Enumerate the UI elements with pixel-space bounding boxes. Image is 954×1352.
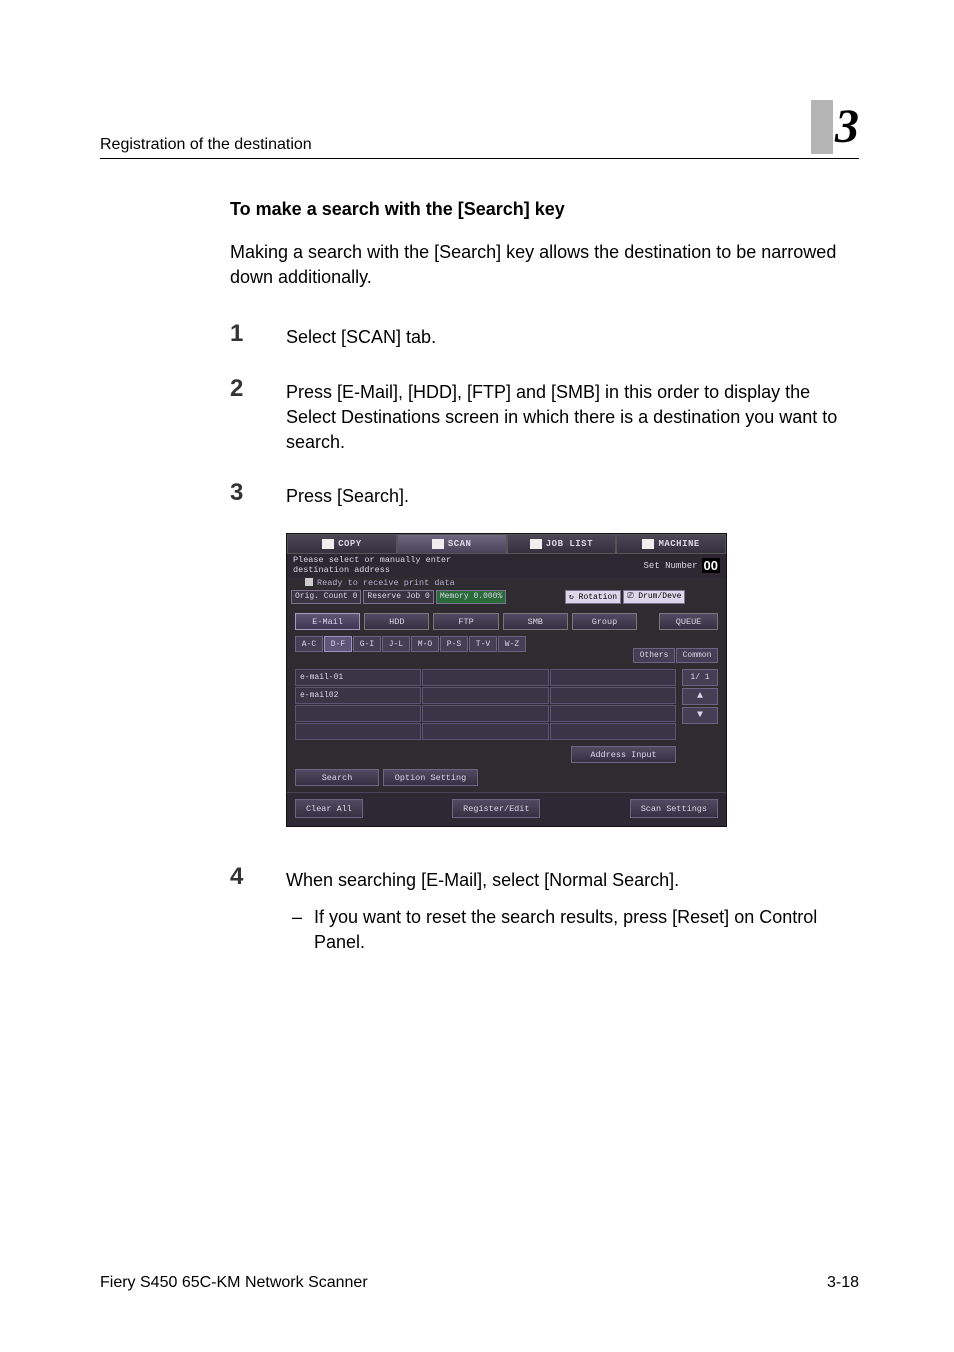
bullet-dash: – — [286, 905, 314, 955]
tab-scan[interactable]: SCAN — [397, 534, 507, 554]
device-screenshot: COPY SCAN JOB LIST MACHINE Please select… — [286, 533, 727, 827]
option-setting-button[interactable]: Option Setting — [383, 769, 478, 786]
status-reserve-job: Reserve Job 0 — [363, 590, 433, 604]
chapter-number: 3 — [835, 103, 859, 151]
alpha-filter[interactable]: G-I — [353, 636, 381, 652]
status-rotation: ↻ Rotation — [565, 590, 621, 604]
footer-page-number: 3-18 — [827, 1274, 859, 1292]
alpha-filter[interactable]: A-C — [295, 636, 323, 652]
step-number: 4 — [230, 863, 286, 956]
others-button[interactable]: Others — [633, 648, 675, 663]
tab-machine[interactable]: MACHINE — [616, 534, 726, 554]
tab-copy[interactable]: COPY — [287, 534, 397, 554]
step-text: Press [Search]. — [286, 479, 409, 509]
copy-icon — [322, 539, 334, 549]
alpha-filter[interactable]: M-O — [411, 636, 439, 652]
dest-tab-smb[interactable]: SMB — [503, 613, 568, 630]
dest-tab-ftp[interactable]: FTP — [433, 613, 498, 630]
set-number-value: 00 — [702, 558, 720, 573]
dest-tab-group[interactable]: Group — [572, 613, 637, 630]
destination-cell[interactable] — [550, 669, 676, 686]
destination-cell[interactable] — [550, 705, 676, 722]
page-down-button[interactable]: ▼ — [682, 707, 718, 724]
alpha-filter[interactable]: D-F — [324, 636, 352, 652]
scan-icon — [432, 539, 444, 549]
status-orig-count: Orig. Count 0 — [291, 590, 361, 604]
common-button[interactable]: Common — [676, 648, 718, 663]
queue-button[interactable]: QUEUE — [659, 613, 718, 630]
joblist-icon — [530, 539, 542, 549]
instruction-message: Please select or manually enter destinat… — [293, 556, 644, 575]
alpha-filter[interactable]: P-S — [440, 636, 468, 652]
destination-cell[interactable] — [550, 723, 676, 740]
destination-cell[interactable] — [422, 705, 548, 722]
destination-cell[interactable]: e-mail02 — [295, 687, 421, 704]
header-section-title: Registration of the destination — [100, 136, 312, 154]
step-text: Select [SCAN] tab. — [286, 320, 436, 350]
alpha-filter[interactable]: W-Z — [498, 636, 526, 652]
step-number: 1 — [230, 320, 286, 350]
tab-joblist[interactable]: JOB LIST — [507, 534, 617, 554]
machine-icon — [642, 539, 654, 549]
step-number: 2 — [230, 375, 286, 456]
section-heading: To make a search with the [Search] key — [230, 199, 859, 220]
dest-tab-hdd[interactable]: HDD — [364, 613, 429, 630]
set-number-label: Set Number — [644, 561, 698, 571]
destination-cell[interactable] — [295, 723, 421, 740]
register-edit-button[interactable]: Register/Edit — [452, 799, 540, 818]
chapter-indicator: 3 — [811, 100, 859, 154]
destination-cell[interactable]: e-mail-01 — [295, 669, 421, 686]
address-input-button[interactable]: Address Input — [571, 746, 676, 763]
search-button[interactable]: Search — [295, 769, 379, 786]
destination-cell[interactable] — [422, 723, 548, 740]
status-memory: Memory 0.000% — [436, 590, 506, 604]
page-up-button[interactable]: ▲ — [682, 688, 718, 705]
alpha-filter[interactable]: T-V — [469, 636, 497, 652]
step-text: Press [E-Mail], [HDD], [FTP] and [SMB] i… — [286, 375, 859, 456]
destination-cell[interactable] — [295, 705, 421, 722]
destination-cell[interactable] — [550, 687, 676, 704]
dest-tab-email[interactable]: E-Mail — [295, 613, 360, 630]
step-number: 3 — [230, 479, 286, 509]
alpha-filter[interactable]: J-L — [382, 636, 410, 652]
footer-product-name: Fiery S450 65C-KM Network Scanner — [100, 1274, 368, 1292]
clear-all-button[interactable]: Clear All — [295, 799, 363, 818]
intro-paragraph: Making a search with the [Search] key al… — [230, 240, 859, 290]
step-text: When searching [E-Mail], select [Normal … — [286, 868, 859, 893]
printer-icon — [305, 578, 313, 586]
destination-cell[interactable] — [422, 687, 548, 704]
page-indicator: 1/ 1 — [682, 669, 718, 686]
destination-cell[interactable] — [422, 669, 548, 686]
bullet-text: If you want to reset the search results,… — [314, 905, 859, 955]
status-drum: ⎚ Drum/Deve — [623, 590, 685, 604]
scan-settings-button[interactable]: Scan Settings — [630, 799, 718, 818]
ready-status: Ready to receive print data — [287, 577, 726, 590]
